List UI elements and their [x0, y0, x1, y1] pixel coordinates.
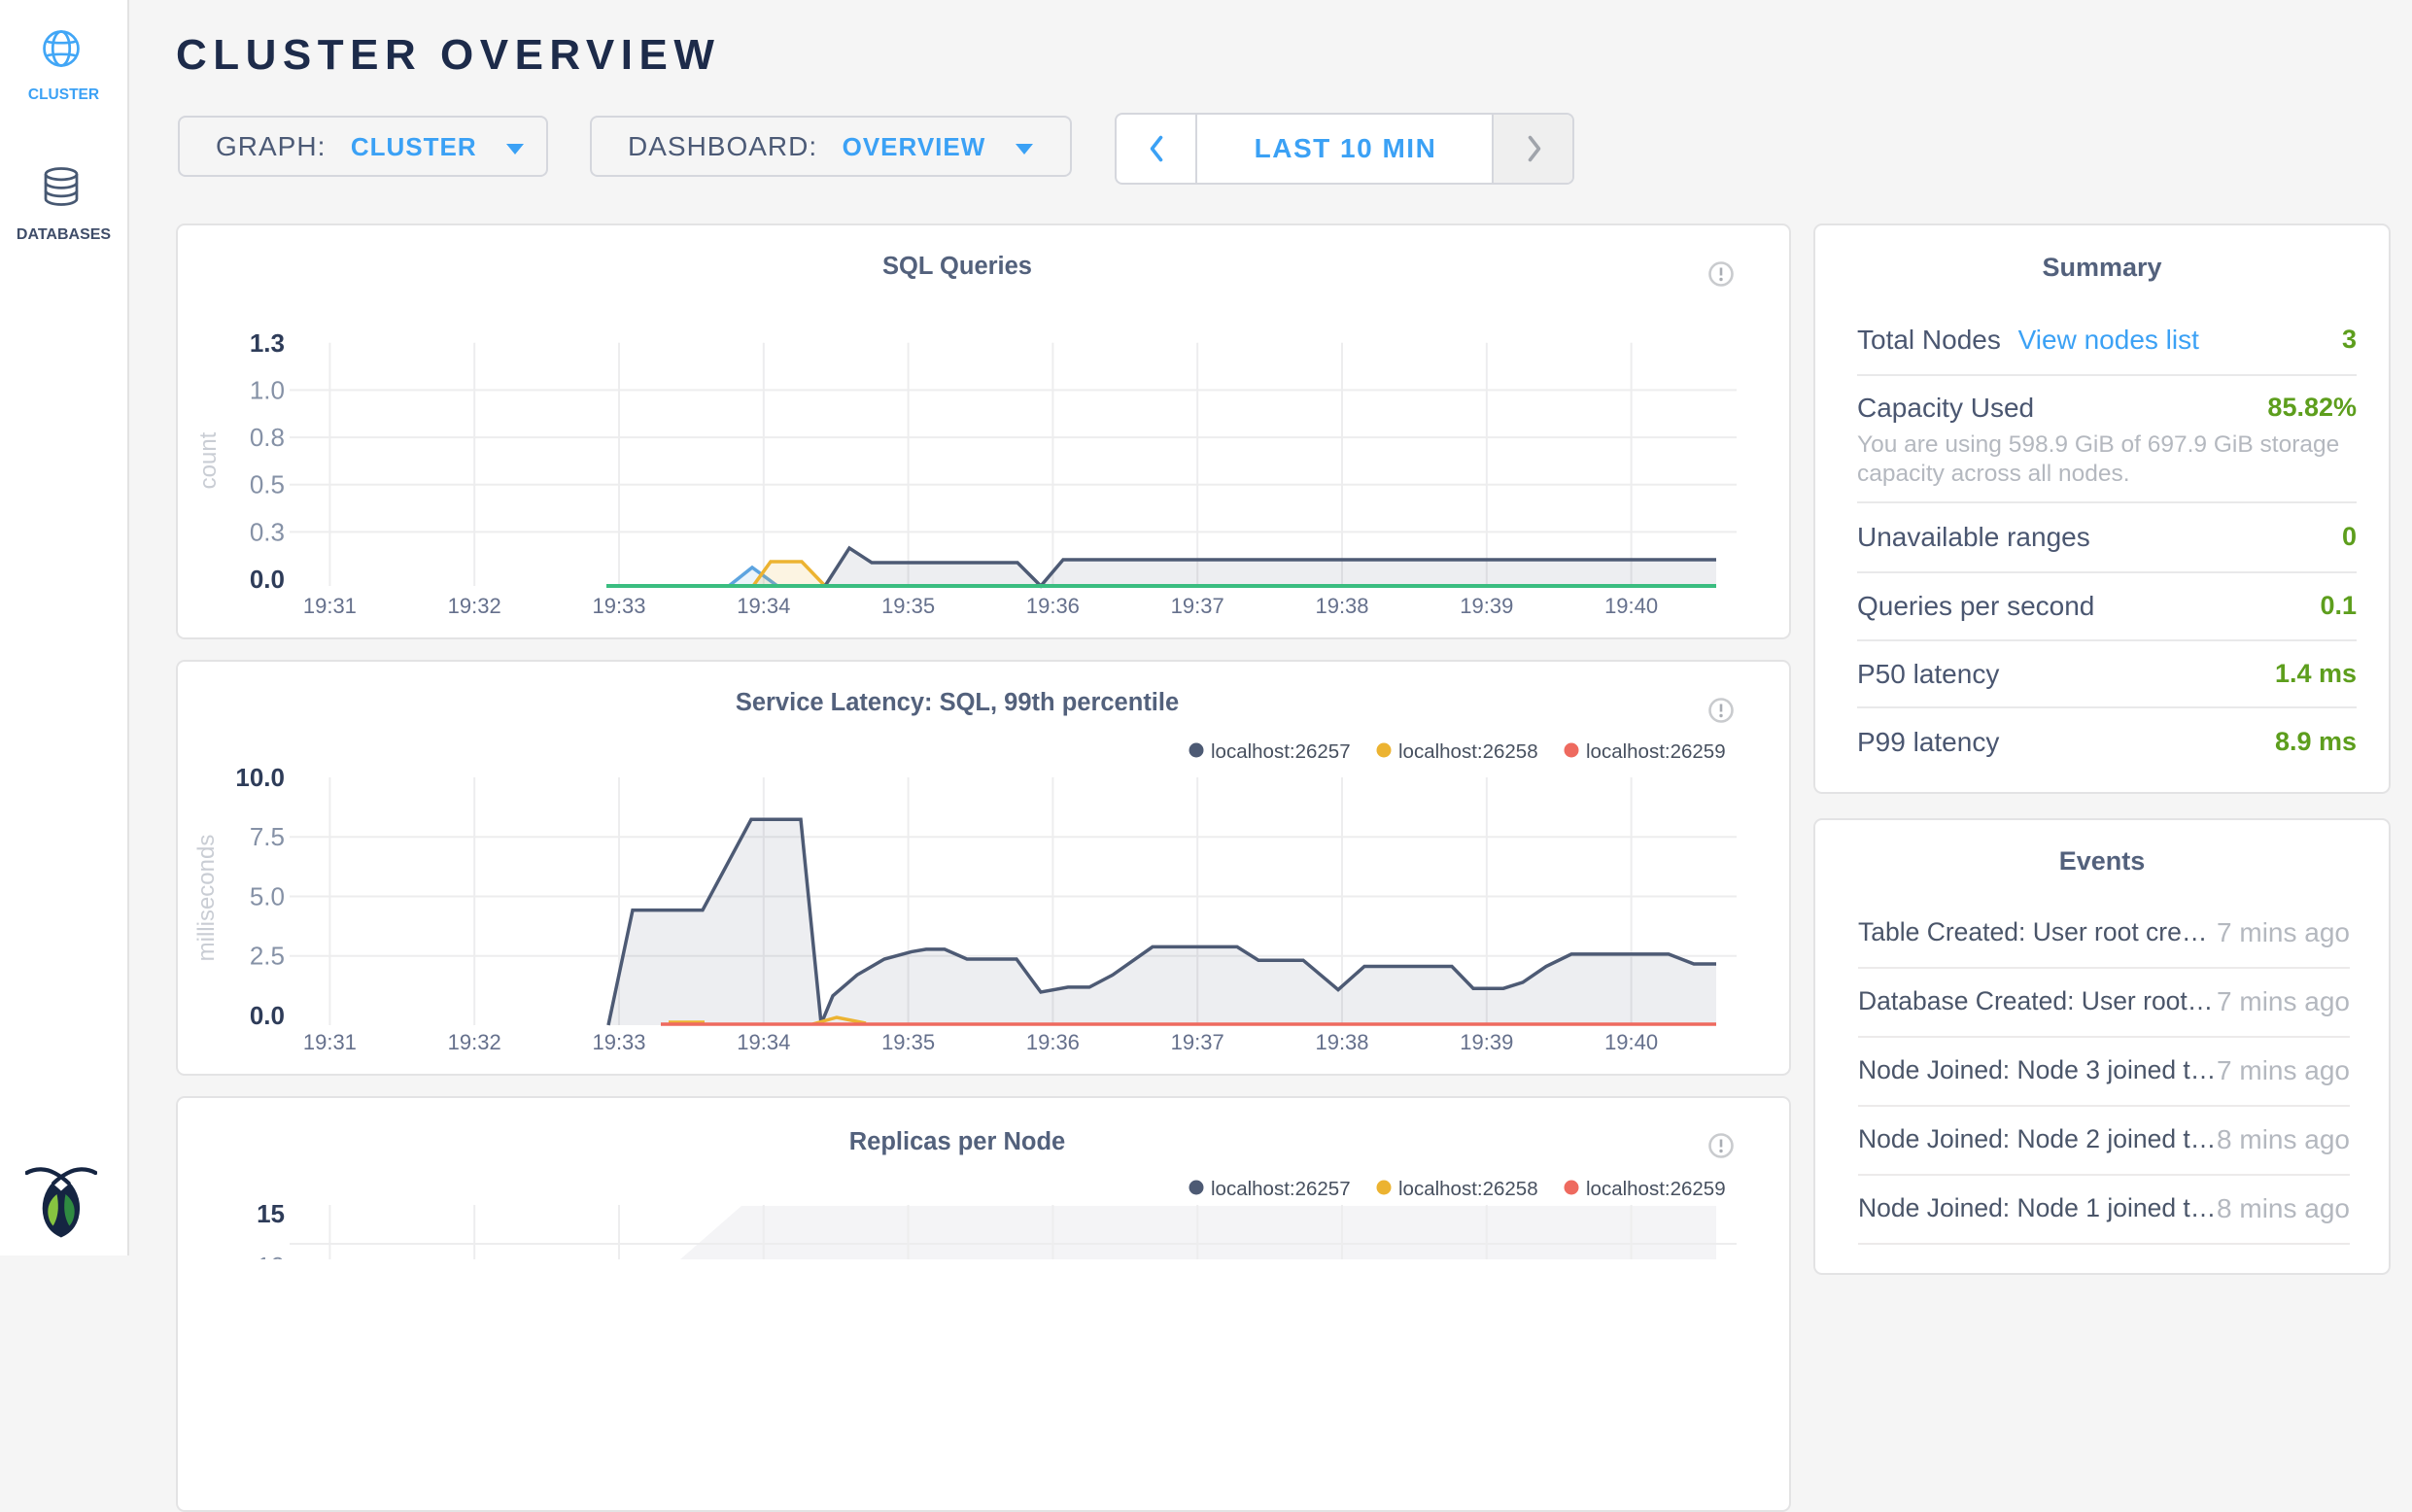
- svg-text:19:36: 19:36: [1026, 1030, 1080, 1054]
- svg-text:19:40: 19:40: [1604, 1030, 1658, 1054]
- svg-text:localhost:26259: localhost:26259: [1586, 740, 1726, 763]
- svg-text:19:39: 19:39: [1460, 594, 1513, 618]
- svg-text:19:37: 19:37: [1171, 594, 1224, 618]
- svg-text:localhost:26259: localhost:26259: [1586, 1178, 1726, 1200]
- svg-text:19:34: 19:34: [737, 1030, 790, 1054]
- svg-text:10: 10: [257, 1252, 285, 1259]
- svg-text:0.5: 0.5: [250, 470, 285, 499]
- svg-text:5.0: 5.0: [250, 882, 285, 911]
- svg-text:15: 15: [257, 1199, 285, 1228]
- svg-text:19:34: 19:34: [737, 594, 790, 618]
- svg-text:19:39: 19:39: [1460, 1030, 1513, 1054]
- svg-text:7.5: 7.5: [250, 822, 285, 851]
- svg-text:19:31: 19:31: [303, 1030, 357, 1054]
- svg-text:19:38: 19:38: [1315, 594, 1368, 618]
- svg-text:0.0: 0.0: [250, 1001, 285, 1030]
- svg-text:localhost:26257: localhost:26257: [1211, 1178, 1351, 1200]
- svg-text:1.3: 1.3: [250, 328, 285, 358]
- svg-text:0.3: 0.3: [250, 517, 285, 546]
- svg-text:1.0: 1.0: [250, 375, 285, 404]
- svg-text:19:40: 19:40: [1604, 594, 1658, 618]
- svg-text:2.5: 2.5: [250, 942, 285, 971]
- svg-text:0.8: 0.8: [250, 423, 285, 452]
- svg-text:localhost:26257: localhost:26257: [1211, 740, 1351, 763]
- svg-text:19:36: 19:36: [1026, 594, 1080, 618]
- svg-text:19:31: 19:31: [303, 594, 357, 618]
- svg-text:localhost:26258: localhost:26258: [1398, 740, 1538, 763]
- svg-text:localhost:26258: localhost:26258: [1398, 1178, 1538, 1200]
- svg-text:0.0: 0.0: [250, 565, 285, 594]
- svg-text:19:38: 19:38: [1315, 1030, 1368, 1054]
- svg-text:19:35: 19:35: [881, 1030, 935, 1054]
- svg-text:19:32: 19:32: [448, 594, 501, 618]
- svg-text:10.0: 10.0: [235, 763, 285, 792]
- svg-text:19:33: 19:33: [592, 1030, 645, 1054]
- svg-text:19:32: 19:32: [448, 1030, 501, 1054]
- svg-text:milliseconds: milliseconds: [193, 835, 220, 962]
- svg-text:19:37: 19:37: [1171, 1030, 1224, 1054]
- svg-text:count: count: [195, 431, 222, 489]
- svg-text:19:33: 19:33: [592, 594, 645, 618]
- svg-text:19:35: 19:35: [881, 594, 935, 618]
